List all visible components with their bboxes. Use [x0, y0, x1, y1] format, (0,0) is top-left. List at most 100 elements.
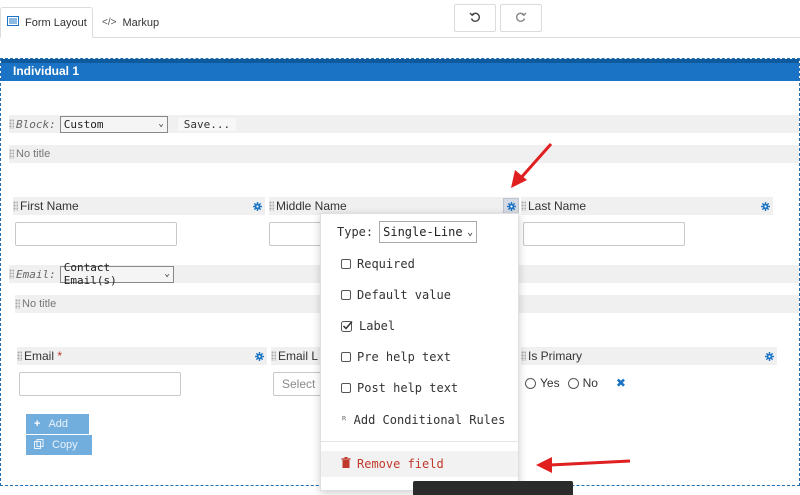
no-radio[interactable] — [567, 377, 579, 389]
annotation-arrow-remove — [536, 457, 631, 473]
menu-item-default-value[interactable]: Default value — [321, 282, 518, 308]
chevron-down-icon: ⌄ — [164, 269, 170, 279]
block-select-value: Custom — [63, 117, 104, 131]
menu-item-label: Default value — [357, 288, 451, 302]
type-label: Type: — [337, 225, 374, 239]
menu-divider — [321, 441, 518, 442]
email-location-placeholder: Select — [282, 377, 316, 391]
tab-markup-label: Markup — [122, 16, 160, 29]
menu-item-label: Pre help text — [357, 350, 451, 364]
field-header-is-primary[interactable]: Is Primary — [521, 347, 777, 365]
is-primary-label: Is Primary — [528, 349, 582, 363]
form-layout-icon — [7, 16, 19, 29]
block-select[interactable]: Custom ⌄ — [59, 115, 168, 133]
tab-form-layout[interactable]: Form Layout — [0, 7, 93, 38]
field-header-last-name[interactable]: Last Name — [521, 197, 773, 215]
undo-icon — [469, 11, 481, 26]
redo-button[interactable] — [500, 4, 542, 32]
checkbox-icon — [341, 259, 351, 269]
drag-handle-icon[interactable] — [17, 351, 22, 361]
email-block-select-value: Contact Email(s) — [63, 261, 117, 287]
top-bar: Form Layout </> Markup — [0, 0, 800, 38]
drag-handle-icon[interactable] — [15, 299, 20, 309]
copy-button[interactable]: Copy — [26, 435, 92, 455]
gear-icon[interactable] — [761, 348, 777, 364]
code-icon: </> — [102, 17, 117, 28]
drag-handle-icon[interactable] — [13, 201, 18, 211]
tab-markup[interactable]: </> Markup — [100, 7, 159, 38]
checkbox-icon — [341, 383, 351, 393]
field-header-email-location[interactable]: Email L — [271, 347, 321, 365]
chevron-down-icon: ⌄ — [467, 226, 474, 238]
menu-item-remove-field[interactable]: Remove field — [321, 451, 518, 477]
menu-item-conditional-rules[interactable]: ᴿ Add Conditional Rules — [321, 407, 518, 433]
first-name-label: First Name — [20, 199, 79, 213]
plus-icon: + — [34, 418, 41, 430]
first-name-input[interactable] — [15, 222, 177, 246]
no-label: No — [582, 376, 598, 390]
redo-icon — [515, 11, 527, 26]
checkbox-icon — [341, 352, 351, 362]
trash-icon — [341, 457, 351, 471]
field-header-email[interactable]: Email * — [17, 347, 267, 365]
no-title-label: No title — [22, 298, 57, 310]
section-title: Individual 1 — [13, 64, 80, 78]
last-name-label: Last Name — [528, 199, 587, 213]
gear-icon[interactable] — [757, 198, 773, 214]
annotation-arrow-gear — [511, 143, 553, 188]
yes-label: Yes — [540, 376, 560, 390]
field-header-first-name[interactable]: First Name — [13, 197, 265, 215]
email-input[interactable] — [19, 372, 181, 396]
add-button-label: Add — [48, 418, 69, 430]
checkbox-icon — [341, 290, 351, 300]
menu-item-pre-help-text[interactable]: Pre help text — [321, 344, 518, 370]
email-block-select[interactable]: Contact Email(s) ⌄ — [59, 261, 174, 287]
copy-icon — [34, 438, 44, 452]
undo-button[interactable] — [454, 4, 496, 32]
drag-handle-icon[interactable] — [9, 119, 14, 129]
menu-item-required[interactable]: Required — [321, 251, 518, 277]
branch-icon: ᴿ — [341, 413, 348, 427]
copy-button-label: Copy — [52, 439, 78, 451]
menu-item-post-help-text[interactable]: Post help text — [321, 375, 518, 401]
drag-handle-icon[interactable] — [269, 201, 274, 211]
required-asterisk: * — [57, 349, 63, 363]
drag-handle-icon[interactable] — [9, 269, 14, 279]
email-label: Email — [24, 349, 55, 363]
email-location-select[interactable]: Select — [273, 372, 323, 396]
drag-handle-icon[interactable] — [521, 351, 526, 361]
type-select[interactable]: Single-Line ⌄ — [379, 221, 478, 243]
menu-item-label: Post help text — [357, 381, 459, 395]
middle-name-label: Middle Name — [276, 199, 347, 213]
tab-form-layout-label: Form Layout — [25, 16, 87, 29]
field-settings-menu: Type: Single-Line ⌄ Required Default val… — [320, 213, 519, 491]
add-button[interactable]: + Add — [26, 414, 89, 434]
block-selector-row: Block: Custom ⌄ Save... — [9, 115, 799, 133]
gear-icon[interactable] — [251, 348, 267, 364]
yes-radio[interactable] — [525, 377, 536, 389]
menu-item-label-toggle[interactable]: Label — [321, 313, 518, 339]
last-name-input[interactable] — [523, 222, 685, 246]
type-select-value: Single-Line — [383, 225, 463, 239]
menu-item-label: Add Conditional Rules — [353, 413, 506, 427]
email-location-label: Email L — [278, 349, 319, 363]
drag-handle-icon[interactable] — [521, 201, 526, 211]
type-row: Type: Single-Line ⌄ — [321, 219, 518, 245]
menu-item-label: Required — [357, 257, 415, 271]
is-primary-options: Yes No ✖ — [525, 376, 626, 390]
bottom-overlay-bar — [413, 481, 573, 495]
chevron-down-icon: ⌄ — [158, 119, 164, 129]
menu-item-label: Remove field — [357, 457, 444, 471]
drag-handle-icon[interactable] — [271, 351, 276, 361]
section-header: Individual 1 — [1, 59, 799, 81]
menu-item-label: Label — [359, 319, 396, 333]
checked-checkbox-icon — [341, 320, 353, 332]
save-block-button[interactable]: Save... — [177, 117, 237, 131]
no-title-label: No title — [16, 148, 51, 160]
clear-icon[interactable]: ✖ — [616, 376, 626, 390]
gear-icon[interactable] — [249, 198, 265, 214]
email-block-label: Email: — [16, 267, 56, 281]
gear-icon[interactable] — [503, 198, 519, 214]
drag-handle-icon[interactable] — [9, 149, 14, 159]
no-title-bar-1[interactable]: No title — [9, 145, 799, 163]
